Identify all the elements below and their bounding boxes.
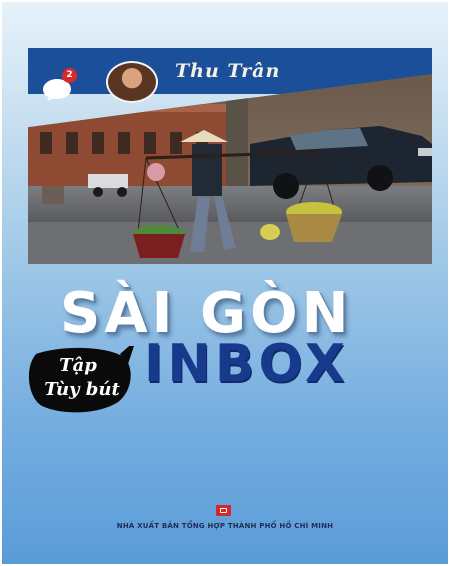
book-cover: 2 Thu Trân SÀI GÒN INBOX Tập Tùy bút NHÀ… [2,2,448,564]
author-avatar [106,61,158,103]
book-title-line2: INBOX [144,334,349,394]
notification-badge: 2 [62,68,77,83]
genre-speech-bubble: Tập Tùy bút [24,340,136,422]
genre-label-line2: Tùy bút [44,379,120,400]
street-photo [28,74,432,264]
genre-label-line1: Tập [59,355,97,376]
publisher-name: NHÀ XUẤT BẢN TỔNG HỢP THÀNH PHỐ HỒ CHÍ M… [116,522,334,530]
street-scene [28,74,432,264]
publisher-logo-icon [216,505,231,516]
author-name: Thu Trân [175,60,281,82]
